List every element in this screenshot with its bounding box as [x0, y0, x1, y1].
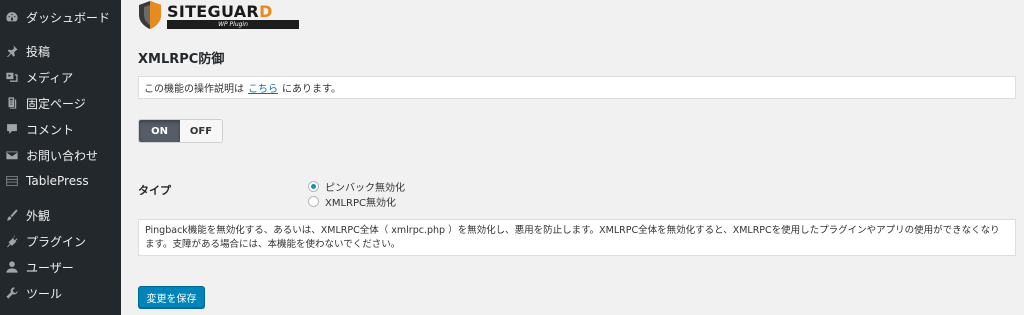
wrench-icon	[5, 286, 19, 300]
sidebar-item-comments[interactable]: コメント	[0, 116, 121, 142]
sidebar-item-label: 固定ページ	[26, 96, 86, 111]
description-box: この機能の操作説明は こちら にあります。	[138, 76, 1016, 99]
media-icon	[5, 70, 19, 84]
toggle-on-button[interactable]: ON	[139, 120, 180, 142]
sidebar-item-label: 外観	[26, 208, 51, 223]
sidebar-item-label: TablePress	[26, 174, 89, 188]
info-text-box: Pingback機能を無効化する、あるいは、XMLRPC全体（ xmlrpc.p…	[138, 219, 1016, 256]
admin-sidebar: ダッシュボード 投稿 メディア 固定ページ コメント お問い合わせ TableP…	[0, 0, 121, 315]
type-label: タイプ	[138, 184, 171, 197]
sidebar-item-label: プラグイン	[26, 234, 87, 249]
main-content: SITEGUARD WP Plugin XMLRPC防御 この機能の操作説明は …	[121, 0, 1024, 315]
sidebar-item-plugins[interactable]: プラグイン	[0, 228, 121, 254]
table-icon	[5, 174, 19, 188]
page-icon	[5, 96, 19, 110]
radio-label: ピンバック無効化	[325, 183, 405, 194]
logo-wordmark: SITEGUARD	[167, 2, 273, 21]
save-button[interactable]: 変更を保存	[138, 286, 205, 308]
sidebar-item-pages[interactable]: 固定ページ	[0, 90, 121, 116]
shield-icon	[139, 1, 161, 29]
mail-icon	[5, 148, 19, 162]
radio-pingback-disable[interactable]: ピンバック無効化	[308, 179, 405, 194]
radio-button-checked[interactable]	[308, 181, 319, 192]
toggle-off-button[interactable]: OFF	[180, 120, 222, 142]
description-suffix: にあります。	[282, 84, 341, 95]
user-icon	[5, 260, 19, 274]
sidebar-item-label: メディア	[26, 70, 74, 85]
radio-label: XMLRPC無効化	[325, 198, 397, 209]
on-off-toggle: ON OFF	[138, 119, 223, 143]
sidebar-item-label: ダッシュボード	[26, 10, 111, 25]
sidebar-item-posts[interactable]: 投稿	[0, 38, 121, 64]
sidebar-item-users[interactable]: ユーザー	[0, 254, 121, 280]
sidebar-item-label: 投稿	[26, 44, 51, 59]
sidebar-item-tools[interactable]: ツール	[0, 280, 121, 306]
sidebar-item-label: コメント	[26, 122, 75, 137]
sidebar-item-media[interactable]: メディア	[0, 64, 121, 90]
sidebar-item-dashboard[interactable]: ダッシュボード	[0, 4, 121, 30]
manual-link[interactable]: こちら	[248, 80, 278, 95]
dashboard-icon	[5, 10, 19, 24]
siteguard-logo: SITEGUARD WP Plugin	[137, 0, 299, 30]
description-prefix: この機能の操作説明は	[144, 84, 244, 95]
sidebar-item-contact[interactable]: お問い合わせ	[0, 142, 121, 168]
sidebar-item-label: お問い合わせ	[26, 148, 99, 163]
comment-icon	[5, 122, 19, 136]
sidebar-item-tablepress[interactable]: TablePress	[0, 168, 121, 194]
logo-subtitle: WP Plugin	[167, 20, 299, 29]
radio-button[interactable]	[308, 196, 319, 207]
page-title: XMLRPC防御	[138, 52, 225, 67]
sidebar-item-label: ツール	[26, 286, 63, 301]
brush-icon	[5, 208, 19, 222]
sidebar-item-appearance[interactable]: 外観	[0, 202, 121, 228]
pin-icon	[5, 44, 19, 58]
plugin-icon	[5, 234, 19, 248]
sidebar-item-label: ユーザー	[26, 260, 74, 275]
radio-xmlrpc-disable[interactable]: XMLRPC無効化	[308, 194, 396, 209]
